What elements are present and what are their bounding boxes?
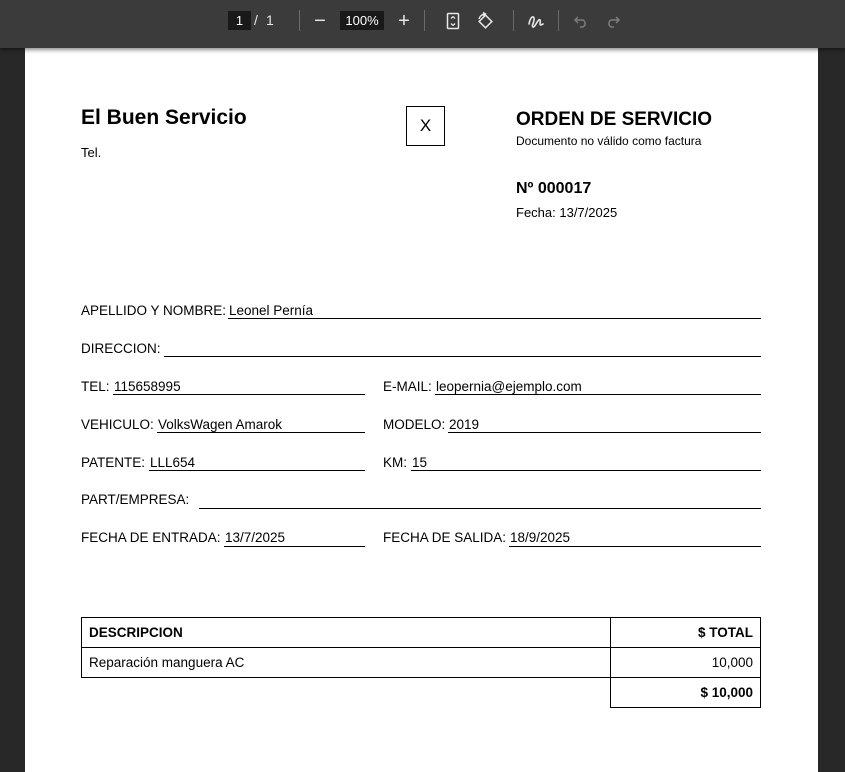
entry-date-value: 13/7/2025: [225, 530, 286, 545]
fit-page-icon: [446, 12, 460, 30]
order-number: Nº 000017: [516, 180, 592, 197]
company-field-underline: [199, 508, 761, 509]
zoom-in-button[interactable]: +: [392, 9, 416, 33]
vehicle-underline: [157, 432, 365, 433]
toolbar-divider: [299, 10, 300, 31]
company-field-label: PART/EMPRESA:: [81, 492, 190, 507]
fit-page-button[interactable]: [441, 9, 465, 33]
pdf-toolbar: 1 / 1 − 100% +: [0, 0, 845, 48]
undo-button[interactable]: [569, 9, 593, 33]
draw-button[interactable]: [524, 9, 548, 33]
vehicle-value: VolksWagen Amarok: [158, 417, 283, 432]
tel-underline: [113, 394, 365, 395]
tel-value: 115658995: [114, 379, 181, 394]
plus-icon: +: [398, 10, 410, 32]
toolbar-divider: [513, 10, 514, 31]
page-number-input[interactable]: 1: [228, 11, 251, 30]
plate-value: LLL654: [150, 455, 196, 470]
entry-date-underline: [224, 546, 365, 547]
minus-icon: −: [314, 10, 326, 32]
model-value: 2019: [449, 417, 480, 432]
name-value: Leonel Pernía: [229, 303, 314, 318]
table-header-description: DESCRIPCION: [81, 617, 611, 648]
rotate-button[interactable]: [473, 9, 497, 33]
table-total-spacer: [82, 678, 611, 708]
company-tel: Tel.: [81, 145, 102, 160]
zoom-level-input[interactable]: 100%: [340, 11, 384, 30]
document-type-box: X: [406, 106, 445, 146]
model-label: MODELO:: [383, 417, 446, 432]
redo-button[interactable]: [601, 9, 625, 33]
grand-total: $ 10,000: [610, 677, 761, 708]
exit-date-underline: [509, 546, 761, 547]
document-title: ORDEN DE SERVICIO: [516, 109, 713, 130]
km-label: KM:: [383, 455, 408, 470]
document-subtitle: Documento no válido como factura: [516, 134, 702, 148]
items-table: DESCRIPCION $ TOTAL Reparación manguera …: [81, 617, 761, 708]
km-underline: [411, 470, 761, 471]
address-underline: [164, 356, 761, 357]
exit-date-label: FECHA DE SALIDA:: [383, 530, 507, 545]
email-value: leopernia@ejemplo.com: [436, 379, 582, 394]
vehicle-label: VEHICULO:: [81, 417, 154, 432]
tel-label: TEL:: [81, 379, 110, 394]
email-underline: [435, 394, 761, 395]
page-separator: /: [254, 12, 258, 28]
order-date: Fecha: 13/7/2025: [516, 205, 618, 220]
draw-icon: [528, 16, 544, 28]
name-underline: [228, 318, 761, 319]
toolbar-divider: [424, 10, 425, 31]
km-value: 15: [412, 455, 428, 470]
pdf-page: El Buen Servicio Tel. X ORDEN DE SERVICI…: [25, 48, 818, 772]
redo-icon: [608, 16, 621, 28]
table-header-row: DESCRIPCION $ TOTAL: [81, 617, 761, 648]
plate-underline: [149, 470, 365, 471]
email-label: E-MAIL:: [383, 379, 432, 394]
company-name: El Buen Servicio: [81, 106, 247, 129]
model-underline: [448, 432, 761, 433]
undo-icon: [573, 16, 586, 28]
address-label: DIRECCION:: [81, 341, 161, 356]
table-header-total: $ TOTAL: [610, 617, 761, 648]
table-total-row: $ 10,000: [82, 677, 761, 708]
item-total: 10,000: [610, 647, 761, 678]
item-description: Reparación manguera AC: [81, 647, 611, 678]
plate-label: PATENTE:: [81, 455, 146, 470]
zoom-out-button[interactable]: −: [308, 9, 332, 33]
entry-date-label: FECHA DE ENTRADA:: [81, 530, 221, 545]
exit-date-value: 18/9/2025: [510, 530, 571, 545]
table-row: Reparación manguera AC 10,000: [81, 647, 761, 678]
page-total: 1: [266, 12, 274, 28]
toolbar-divider: [558, 10, 559, 31]
name-label: APELLIDO Y NOMBRE:: [81, 303, 227, 318]
rotate-icon: [478, 11, 493, 29]
